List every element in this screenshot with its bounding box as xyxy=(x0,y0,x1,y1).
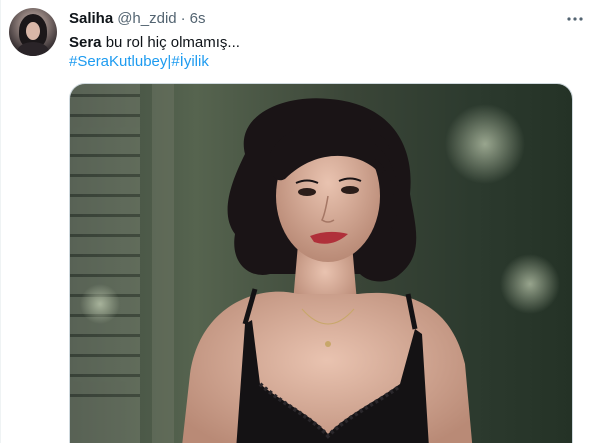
avatar-face xyxy=(26,22,40,40)
avatar-body xyxy=(17,42,49,56)
avatar[interactable] xyxy=(9,8,57,56)
author-handle[interactable]: @h_zdid xyxy=(117,10,176,28)
author-display-name[interactable]: Saliha xyxy=(69,10,113,28)
tweet-text-rest: bu rol hiç olmamış... xyxy=(101,34,240,51)
photo-woman-black-dress xyxy=(70,84,572,443)
hashtag-sera-kutlubey[interactable]: #SeraKutlubey xyxy=(69,53,167,70)
tweet-header: Saliha @h_zdid · 6s xyxy=(69,10,559,28)
more-horizontal-icon xyxy=(567,17,583,21)
tweet[interactable]: Saliha @h_zdid · 6s Sera bu rol hiç olma… xyxy=(0,0,599,443)
separator-dot: · xyxy=(180,10,186,27)
tweet-text: Sera bu rol hiç olmamış... xyxy=(69,33,240,52)
more-options-button[interactable] xyxy=(565,10,585,28)
tweet-hashtags: #SeraKutlubey|#İyilik xyxy=(69,52,209,71)
tweet-timestamp[interactable]: 6s xyxy=(190,10,206,28)
tweet-media-photo[interactable] xyxy=(69,83,573,443)
hashtag-iyilik[interactable]: #İyilik xyxy=(171,53,209,70)
tweet-text-bold: Sera xyxy=(69,34,102,51)
